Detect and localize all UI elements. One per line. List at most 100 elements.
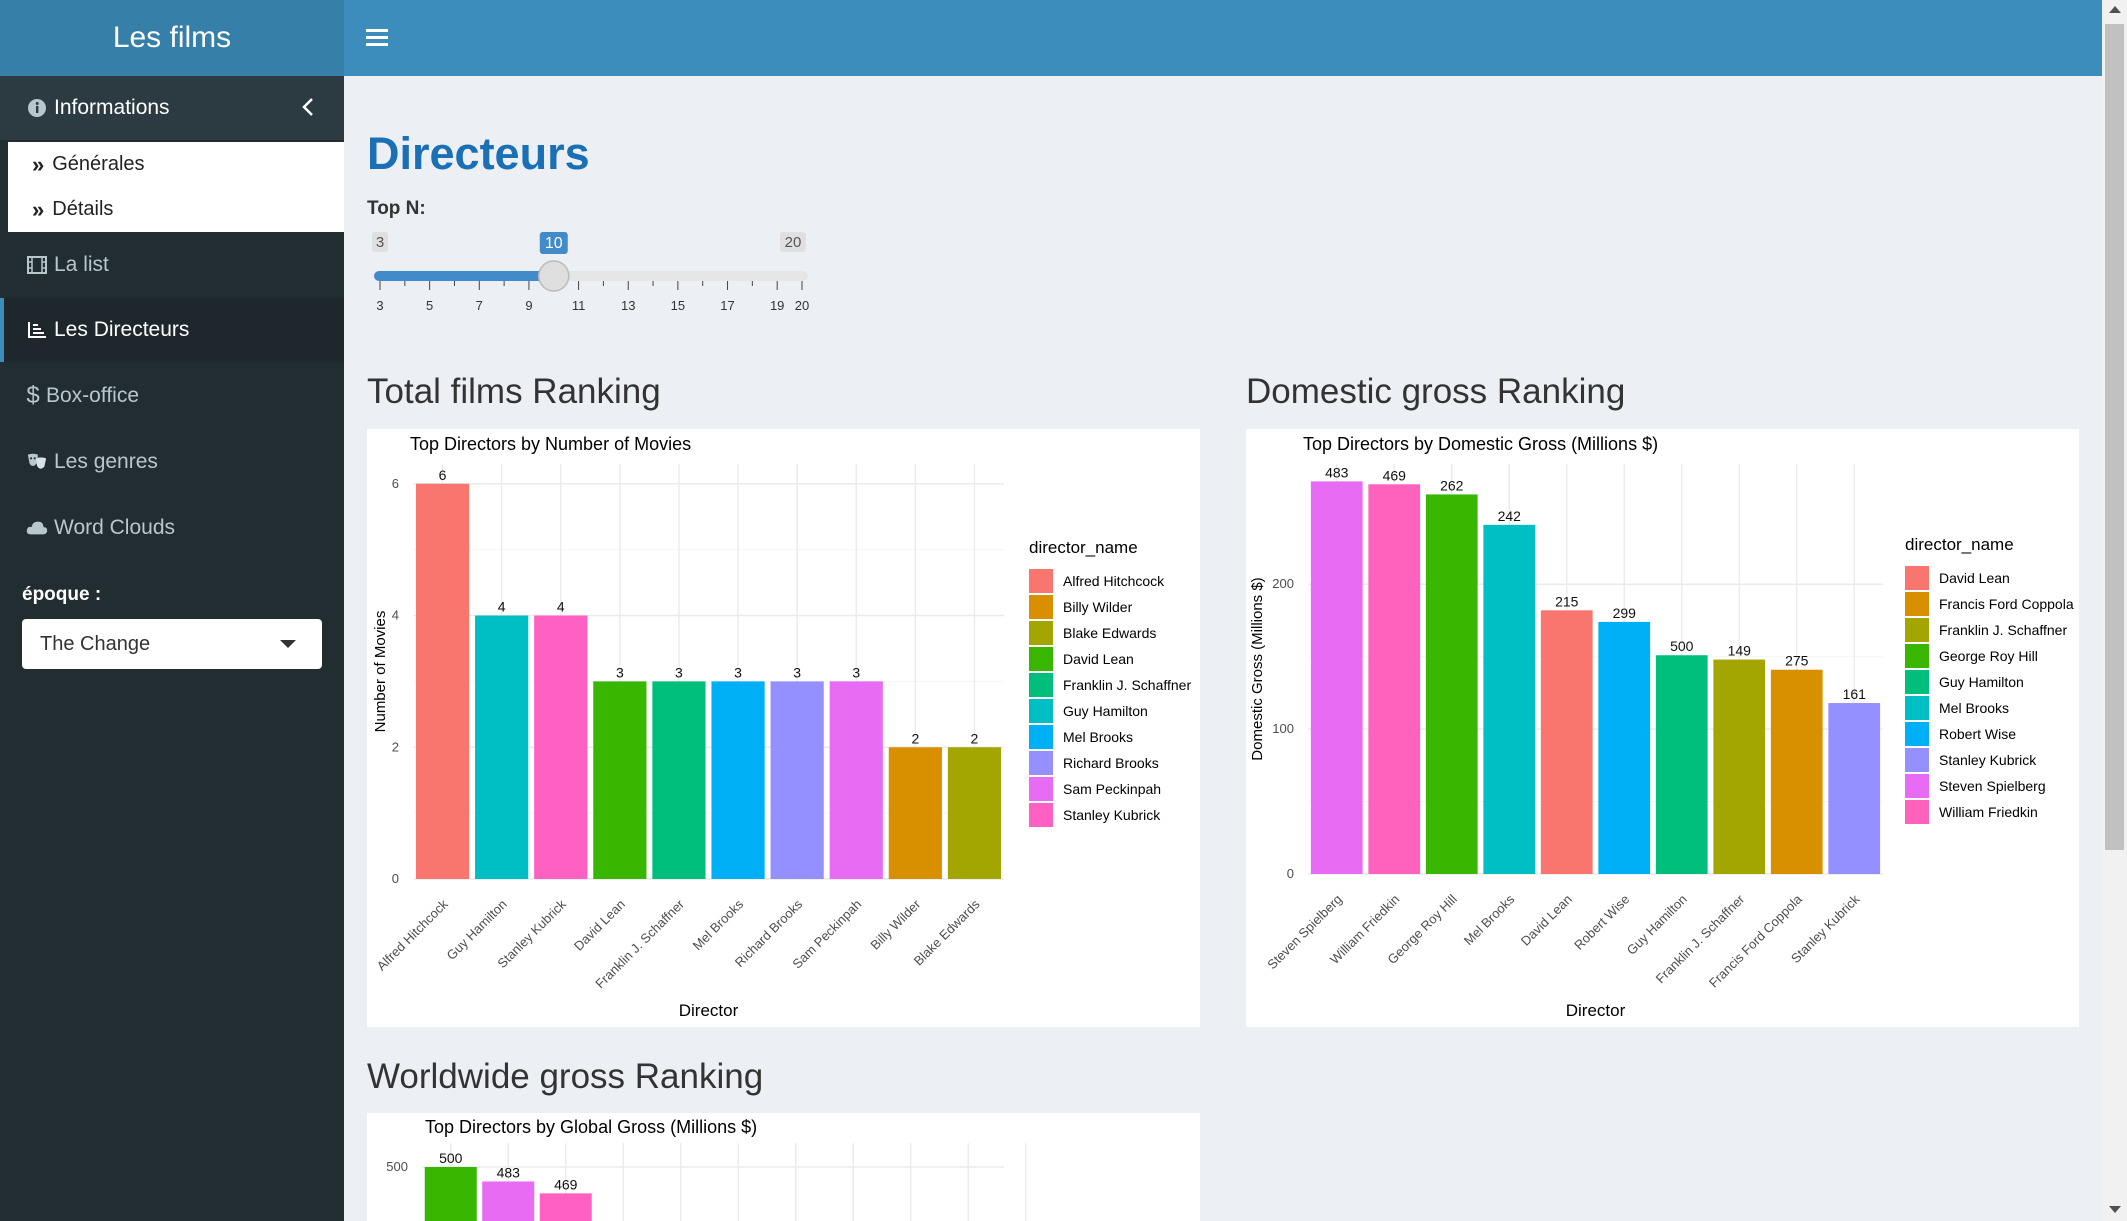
- slider-tick-label: 9: [525, 298, 532, 313]
- bar-value-label: 299: [1613, 605, 1637, 621]
- sidebar-item-les-directeurs[interactable]: Les Directeurs: [0, 298, 344, 362]
- x-tick-label: David Lean: [1518, 892, 1575, 949]
- slider-tick-label: 15: [671, 298, 685, 313]
- slider-tick-label: 20: [795, 298, 809, 313]
- chevron-left-icon[interactable]: [302, 97, 314, 123]
- bar: [1483, 524, 1536, 874]
- sidebar-item-label: Box-office: [46, 384, 139, 407]
- bar-value-label: 275: [1785, 653, 1809, 669]
- double-chevron-right-icon: »: [32, 151, 45, 177]
- slider-tick-label: 13: [621, 298, 635, 313]
- chart-title: Top Directors by Number of Movies: [410, 434, 691, 454]
- y-tick-label: 0: [392, 871, 399, 886]
- top-navbar: [344, 0, 2102, 76]
- bar-value-label: 4: [557, 599, 565, 615]
- bar-value-label: 483: [497, 1164, 521, 1180]
- legend-label: Blake Edwards: [1063, 625, 1156, 641]
- slider-handle: [538, 260, 570, 292]
- slider-tick-label: 17: [720, 298, 734, 313]
- dollar-icon: $: [26, 382, 40, 409]
- y-tick-label: 6: [392, 476, 399, 491]
- bar: [475, 615, 529, 879]
- scroll-up-icon[interactable]: [2109, 6, 2121, 13]
- bar-value-label: 149: [1728, 643, 1752, 659]
- sidebar-subitem-label: Détails: [52, 198, 114, 220]
- bar: [888, 747, 942, 879]
- topn-label: Top N:: [367, 198, 426, 219]
- legend-swatch: [1905, 696, 1929, 720]
- x-tick-label: Billy Wilder: [867, 896, 924, 953]
- bar: [770, 681, 824, 879]
- bar-value-label: 215: [1555, 593, 1579, 609]
- epoque-select[interactable]: The Change: [22, 619, 322, 669]
- bar: [1425, 494, 1478, 874]
- scroll-down-icon[interactable]: [2109, 1206, 2121, 1213]
- sidebar-item-label: Les Directeurs: [54, 318, 190, 341]
- bar-value-label: 469: [1383, 467, 1407, 483]
- legend-label: Steven Spielberg: [1939, 778, 2046, 794]
- chart-panel-worldwide: Top Directors by Global Gross (Millions …: [367, 1113, 1200, 1221]
- worldwide-gross-chart: Top Directors by Global Gross (Millions …: [386, 1117, 1027, 1221]
- y-axis-label: Number of Movies: [372, 611, 389, 733]
- page-scrollbar[interactable]: [2102, 0, 2127, 1221]
- bar: [424, 1167, 477, 1221]
- slider-tick-label: 19: [770, 298, 784, 313]
- app-logo[interactable]: Les films: [0, 0, 344, 76]
- x-tick-label: Francis Ford Coppola: [1706, 891, 1806, 991]
- legend-swatch: [1905, 618, 1929, 642]
- legend-label: Stanley Kubrick: [1063, 807, 1161, 823]
- chart-panel-domestic: Top Directors by Domestic Gross (Million…: [1246, 429, 2079, 1027]
- y-tick-label: 0: [1287, 866, 1294, 881]
- sidebar-toggle-icon[interactable]: [366, 25, 388, 51]
- legend-label: Guy Hamilton: [1939, 674, 2024, 690]
- bar-value-label: 242: [1498, 508, 1522, 524]
- bar: [1828, 703, 1881, 874]
- legend-label: William Friedkin: [1939, 804, 2038, 820]
- sidebar-item-word-clouds[interactable]: Word Clouds: [0, 496, 344, 560]
- bar: [539, 1193, 592, 1221]
- informations-submenu: » Générales » Détails: [8, 142, 344, 232]
- legend-title: director_name: [1029, 538, 1138, 557]
- legend-label: Guy Hamilton: [1063, 703, 1148, 719]
- sidebar-subitem-generales[interactable]: » Générales: [8, 142, 344, 187]
- x-tick-label: Mel Brooks: [690, 896, 747, 953]
- bar-value-label: 3: [793, 664, 801, 680]
- slider-fill: [374, 271, 554, 281]
- bar-value-label: 469: [554, 1176, 578, 1192]
- legend-label: Mel Brooks: [1939, 700, 2009, 716]
- scroll-thumb[interactable]: [2105, 24, 2124, 850]
- bar: [1713, 659, 1766, 874]
- sidebar-item-la-list[interactable]: La list: [0, 233, 344, 297]
- domestic-gross-chart: Top Directors by Domestic Gross (Million…: [1249, 434, 2074, 1020]
- slider-tick-label: 3: [376, 298, 383, 313]
- bar-value-label: 3: [675, 664, 683, 680]
- double-chevron-right-icon: »: [32, 196, 45, 222]
- bar: [1368, 484, 1421, 874]
- legend-swatch: [1029, 725, 1053, 749]
- bar: [1655, 655, 1708, 874]
- sidebar-item-les-genres[interactable]: Les genres: [0, 430, 344, 494]
- x-axis-label: Director: [1566, 1001, 1626, 1020]
- y-axis-label: Domestic Gross (Millions $): [1249, 577, 1266, 760]
- legend-label: Billy Wilder: [1063, 599, 1133, 615]
- epoque-label: époque :: [22, 584, 102, 605]
- bar-value-label: 262: [1440, 477, 1464, 493]
- sidebar-subitem-details[interactable]: » Détails: [8, 187, 344, 232]
- sidebar-item-informations[interactable]: Informations: [0, 76, 344, 140]
- slider-max-label: 20: [785, 234, 802, 251]
- sidebar-item-box-office[interactable]: $ Box-office: [0, 364, 344, 428]
- legend-label: Alfred Hitchcock: [1063, 573, 1165, 589]
- legend-swatch: [1905, 800, 1929, 824]
- sidebar-subitem-label: Générales: [52, 153, 145, 175]
- info-circle-icon: [26, 97, 48, 119]
- y-tick-label: 200: [1272, 576, 1294, 591]
- legend-swatch: [1905, 644, 1929, 668]
- section-title-domestic: Domestic gross Ranking: [1246, 372, 1626, 411]
- topn-slider-graphic[interactable]: 3 20 10 3 5 7 9 11 13 15 17 19 20: [367, 230, 817, 320]
- y-tick-label: 500: [386, 1159, 408, 1174]
- sidebar-item-label: Informations: [54, 96, 170, 119]
- topn-slider[interactable]: 3 20 10 3 5 7 9 11 13 15 17 19 20: [367, 230, 817, 320]
- page-title: Directeurs: [367, 128, 590, 179]
- bar-value-label: 500: [439, 1150, 463, 1166]
- sidebar-item-label: La list: [54, 253, 109, 276]
